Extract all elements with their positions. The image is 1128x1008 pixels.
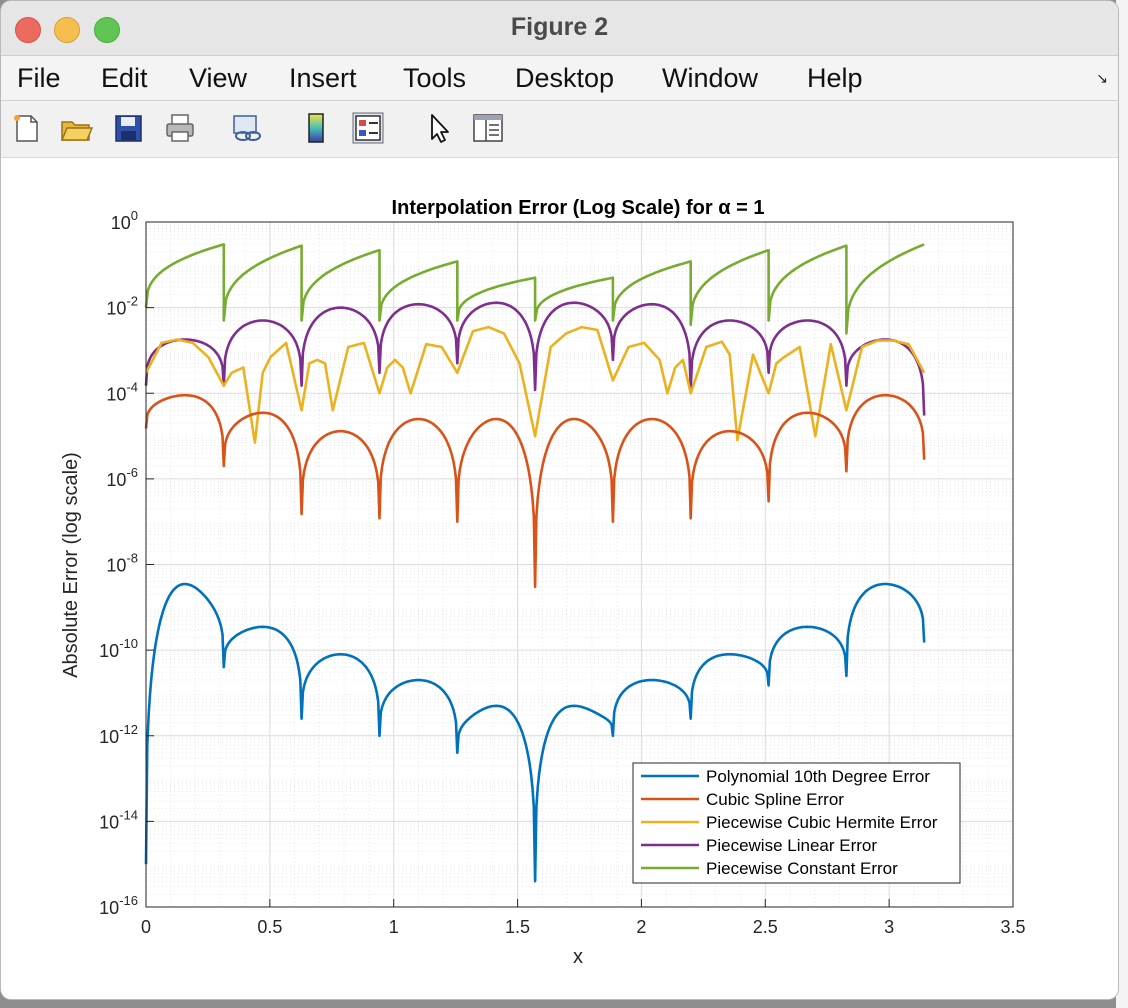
x-tick-label: 2.5	[753, 917, 778, 937]
chart-title: Interpolation Error (Log Scale) for α = …	[392, 197, 765, 219]
legend[interactable]: Polynomial 10th Degree Error Cubic Spline…	[632, 762, 961, 884]
menu-edit[interactable]: Edit	[101, 63, 148, 94]
y-tick-base: 10	[106, 470, 126, 490]
x-tick-label: 0.5	[257, 917, 282, 937]
dock-arrow-icon[interactable]: ↘	[1096, 70, 1108, 87]
y-tick-exponent: 0	[131, 208, 138, 223]
y-tick-exponent: -6	[126, 465, 138, 480]
legend-label-piecewise-linear: Piecewise Linear Error	[706, 836, 877, 855]
title-bar: Figure 2	[1, 1, 1118, 56]
new-figure-icon[interactable]	[9, 111, 43, 145]
menu-insert[interactable]: Insert	[289, 63, 357, 94]
link-plot-icon[interactable]	[230, 111, 264, 145]
y-tick-label: 10-2	[106, 294, 138, 319]
y-tick-exponent: -16	[119, 893, 138, 908]
save-icon[interactable]	[111, 111, 145, 145]
error-plot[interactable]: 0 0.5 1 1.5 2 2.5 3 3.5 10010-210-410-610-810-1…	[1, 158, 1118, 999]
y-tick-exponent: -14	[119, 807, 138, 822]
legend-icon[interactable]	[351, 111, 385, 145]
menu-view[interactable]: View	[189, 63, 247, 94]
legend-label-cubic-hermite: Piecewise Cubic Hermite Error	[706, 813, 938, 832]
figure-canvas: 0 0.5 1 1.5 2 2.5 3 3.5 100 10-2 10-4 10-6 10-8 10-1…	[1, 158, 1118, 999]
legend-label-polynomial: Polynomial 10th Degree Error	[706, 767, 930, 786]
y-tick-label: 10-10	[99, 636, 138, 661]
y-tick-base: 10	[106, 556, 126, 576]
x-tick-label: 1.5	[505, 917, 530, 937]
y-tick-label: 10-16	[99, 893, 138, 918]
property-inspector-icon[interactable]	[471, 111, 505, 145]
x-axis-label: x	[573, 946, 583, 968]
y-tick-base: 10	[111, 213, 131, 233]
x-tick-label: 3	[884, 917, 894, 937]
x-tick-label: 2	[636, 917, 646, 937]
y-tick-base: 10	[106, 299, 126, 319]
y-tick-base: 10	[99, 812, 119, 832]
y-tick-base: 10	[106, 384, 126, 404]
figure-window: Figure 2 File Edit View Insert Tools Des…	[0, 0, 1119, 1000]
colorbar-icon[interactable]	[299, 111, 333, 145]
y-tick-label: 10-4	[106, 379, 138, 404]
y-tick-label: 100	[111, 208, 138, 233]
toolbar	[1, 101, 1118, 158]
open-folder-icon[interactable]	[59, 111, 93, 145]
y-tick-exponent: -8	[126, 551, 138, 566]
y-tick-label: 10-12	[99, 722, 138, 747]
y-tick-base: 10	[99, 641, 119, 661]
menu-file[interactable]: File	[17, 63, 61, 94]
y-tick-label: 10-6	[106, 465, 138, 490]
y-tick-exponent: -2	[126, 294, 138, 309]
y-tick-base: 10	[99, 727, 119, 747]
pointer-icon[interactable]	[421, 111, 455, 145]
menu-help[interactable]: Help	[807, 63, 863, 94]
y-tick-label: 10-8	[106, 551, 138, 576]
y-tick-exponent: -12	[119, 722, 138, 737]
print-icon[interactable]	[163, 111, 197, 145]
x-tick-label: 3.5	[1000, 917, 1025, 937]
y-axis-label: Absolute Error (log scale)	[60, 452, 82, 678]
y-tick-label: 10-14	[99, 807, 138, 832]
legend-label-piecewise-constant: Piecewise Constant Error	[706, 859, 898, 878]
menu-bar: File Edit View Insert Tools Desktop Wind…	[1, 56, 1118, 101]
legend-label-cubic-spline: Cubic Spline Error	[706, 790, 844, 809]
menu-window[interactable]: Window	[662, 63, 758, 94]
x-tick-label: 1	[389, 917, 399, 937]
menu-desktop[interactable]: Desktop	[515, 63, 614, 94]
y-tick-base: 10	[99, 898, 119, 918]
window-title: Figure 2	[510, 13, 609, 41]
y-tick-exponent: -4	[126, 379, 138, 394]
x-tick-label: 0	[141, 917, 151, 937]
y-tick-exponent: -10	[119, 636, 138, 651]
menu-tools[interactable]: Tools	[403, 63, 466, 94]
